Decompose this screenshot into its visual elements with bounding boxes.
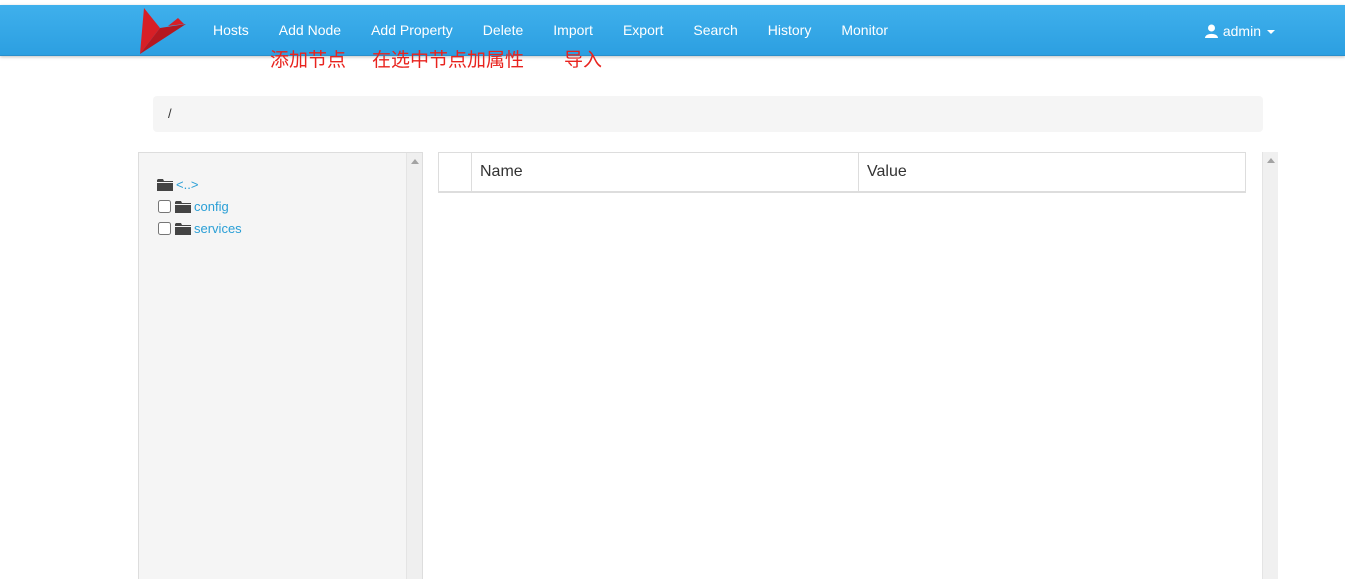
tree-item: services <box>157 217 242 239</box>
node-tree-panel: <..> config services <box>138 152 423 579</box>
table-header-row: Name Value <box>438 152 1246 193</box>
value-column-header: Value <box>858 152 1246 193</box>
nav-history[interactable]: History <box>753 5 827 56</box>
nav-search[interactable]: Search <box>678 5 752 56</box>
tree-item: config <box>157 195 242 217</box>
tree-link-config[interactable]: config <box>194 199 229 214</box>
user-icon <box>1204 24 1218 38</box>
bird-logo-icon[interactable] <box>138 6 186 54</box>
nav-monitor[interactable]: Monitor <box>826 5 903 56</box>
user-name: admin <box>1222 22 1261 39</box>
chevron-down-icon <box>1267 29 1275 34</box>
properties-table: Name Value <box>438 152 1246 193</box>
annotation-add-property: 在选中节点加属性 <box>372 49 525 71</box>
page-scrollbar[interactable] <box>1262 152 1278 579</box>
scroll-up-arrow-icon[interactable] <box>1267 158 1275 163</box>
breadcrumb-path[interactable]: / <box>168 106 172 121</box>
nav-export[interactable]: Export <box>608 5 678 56</box>
annotation-add-node: 添加节点 <box>270 49 347 71</box>
tree-item-checkbox[interactable] <box>158 221 171 235</box>
name-column-header: Name <box>471 152 859 193</box>
breadcrumb: / <box>153 96 1263 132</box>
top-navbar: Hosts Add Node Add Property Delete Impor… <box>0 5 1345 56</box>
tree-link-services[interactable]: services <box>194 221 242 236</box>
folder-open-icon <box>157 178 173 191</box>
tree-scrollbar[interactable] <box>406 153 422 579</box>
tree-item-checkbox[interactable] <box>158 199 171 213</box>
tree-item-parent: <..> <box>157 173 242 195</box>
select-column-header <box>438 152 472 193</box>
tree-list: <..> config services <box>157 173 242 239</box>
properties-table-wrapper: Name Value <box>438 152 1246 193</box>
folder-icon <box>175 222 191 235</box>
folder-icon <box>175 200 191 213</box>
scroll-up-arrow-icon[interactable] <box>411 159 419 164</box>
annotation-import: 导入 <box>564 49 603 71</box>
user-dropdown[interactable]: admin <box>1204 5 1275 56</box>
tree-link-parent[interactable]: <..> <box>176 177 198 192</box>
nav-hosts[interactable]: Hosts <box>198 5 264 56</box>
